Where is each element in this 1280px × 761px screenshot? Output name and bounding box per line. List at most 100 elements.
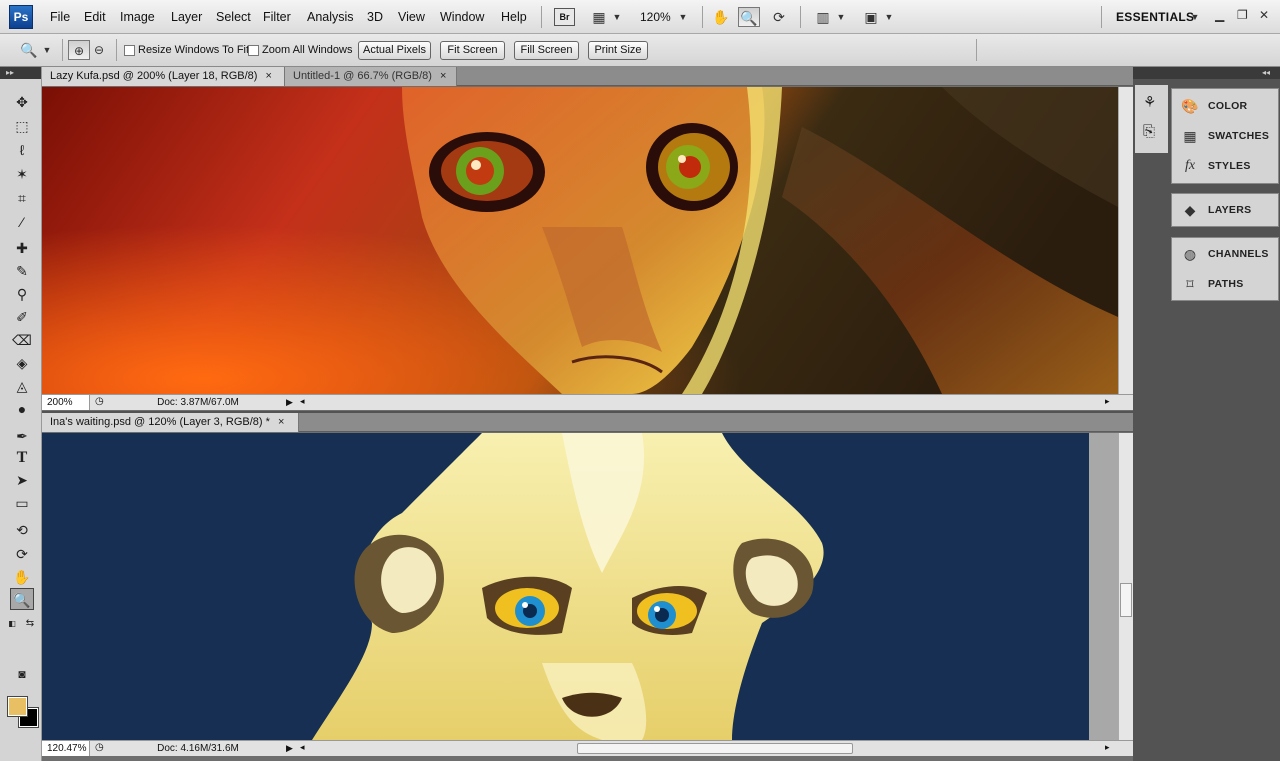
pen-tool-icon[interactable]: ✒ [10, 425, 34, 447]
close-icon[interactable]: ✕ [1259, 8, 1269, 22]
workspace-switcher[interactable]: ESSENTIALS [1116, 10, 1194, 24]
document-tab[interactable]: Untitled-1 @ 66.7% (RGB/8) × [285, 67, 457, 86]
vertical-scrollbar[interactable] [1118, 433, 1133, 740]
minimize-icon[interactable]: ▁ [1215, 8, 1224, 22]
rectangle-tool-icon[interactable]: ▭ [10, 492, 34, 514]
scroll-left-icon[interactable]: ◂ [300, 742, 305, 753]
zoom-out-icon[interactable]: ⊖ [88, 40, 110, 60]
checkbox-box[interactable] [124, 44, 135, 56]
rotate-view-icon[interactable]: ⟳ [768, 7, 790, 27]
zoom-tool-preset-icon[interactable]: 🔍 [18, 40, 40, 60]
document-tab[interactable]: Lazy Kufa.psd @ 200% (Layer 18, RGB/8) × [42, 67, 285, 86]
arrange-documents-icon[interactable]: ▥ [812, 7, 834, 27]
close-tab-icon[interactable]: × [440, 70, 446, 82]
resize-windows-checkbox[interactable]: Resize Windows To Fit [124, 44, 249, 56]
dodge-tool-icon[interactable]: ● [10, 398, 34, 420]
vertical-scrollbar[interactable] [1118, 87, 1133, 394]
chevron-down-icon[interactable]: ▼ [610, 7, 624, 27]
hand-tool-icon[interactable]: ✋ [10, 566, 34, 588]
zoom-tool-icon[interactable]: 🔍 [10, 588, 34, 610]
path-selection-tool-icon[interactable]: ➤ [10, 469, 34, 491]
document-tab[interactable]: Ina's waiting.psd @ 120% (Layer 3, RGB/8… [42, 413, 299, 432]
actual-pixels-button[interactable]: Actual Pixels [358, 41, 431, 60]
eraser-tool-icon[interactable]: ⌫ [10, 329, 34, 351]
scroll-left-icon[interactable]: ◂ [300, 396, 305, 407]
print-size-button[interactable]: Print Size [588, 41, 648, 60]
scroll-right-icon[interactable]: ▸ [1105, 742, 1110, 753]
fill-screen-button[interactable]: Fill Screen [514, 41, 579, 60]
type-tool-icon[interactable]: T [10, 447, 34, 469]
brush-presets-icon[interactable]: ⚘ [1143, 93, 1156, 111]
dock-collapse-icon[interactable]: ◂◂ [1170, 67, 1280, 79]
history-brush-tool-icon[interactable]: ✐ [10, 306, 34, 328]
status-arrow-icon[interactable]: ▶ [286, 741, 293, 756]
move-tool-icon[interactable]: ✥ [10, 91, 34, 113]
panel-tab-channels[interactable]: ◍ CHANNELS [1172, 240, 1280, 268]
panel-collapse-icon[interactable]: ▸▸ [0, 67, 41, 79]
horizontal-scroll-thumb[interactable] [577, 743, 853, 754]
screen-mode-icon[interactable]: ▣ [860, 7, 882, 27]
quick-mask-icon[interactable]: ◙ [10, 663, 34, 685]
marquee-tool-icon[interactable]: ⬚ [10, 115, 34, 137]
menu-help[interactable]: Help [501, 10, 527, 24]
panel-tab-styles[interactable]: fx STYLES [1172, 152, 1280, 180]
foreground-color-swatch[interactable] [7, 696, 28, 717]
bridge-button[interactable]: Br [554, 8, 575, 26]
scroll-right-icon[interactable]: ▸ [1105, 396, 1110, 407]
menu-select[interactable]: Select [216, 10, 251, 24]
menu-file[interactable]: File [50, 10, 70, 24]
default-colors-icon[interactable]: ◧ [6, 613, 18, 635]
filmstrip-icon[interactable]: ▦ [588, 7, 610, 27]
close-tab-icon[interactable]: × [278, 416, 284, 428]
eyedropper-tool-icon[interactable]: ⁄ [10, 211, 34, 233]
menu-analysis[interactable]: Analysis [307, 10, 354, 24]
checkbox-box[interactable] [248, 44, 259, 56]
zoom-all-windows-checkbox[interactable]: Zoom All Windows [248, 44, 352, 56]
chevron-down-icon[interactable]: ▼ [1188, 7, 1202, 27]
3d-rotate-tool-icon[interactable]: ⟲ [10, 519, 34, 541]
menu-view[interactable]: View [398, 10, 425, 24]
hand-tool-icon[interactable]: ✋ [710, 7, 732, 27]
dock-collapse-bar[interactable] [1133, 67, 1170, 79]
panel-tab-layers[interactable]: ◆ LAYERS [1172, 196, 1280, 224]
chevron-down-icon[interactable]: ▼ [834, 7, 848, 27]
fit-screen-button[interactable]: Fit Screen [440, 41, 505, 60]
document-canvas[interactable] [42, 433, 1089, 740]
panel-tab-color[interactable]: 🎨 COLOR [1172, 92, 1280, 120]
photoshop-logo-icon[interactable]: Ps [9, 5, 33, 29]
chevron-down-icon[interactable]: ▼ [676, 7, 690, 27]
menu-edit[interactable]: Edit [84, 10, 106, 24]
zoom-level-dropdown[interactable]: 120% [640, 10, 671, 24]
status-arrow-icon[interactable]: ▶ [286, 395, 293, 410]
menu-image[interactable]: Image [120, 10, 155, 24]
brush-tool-icon[interactable]: ✎ [10, 260, 34, 282]
chevron-down-icon[interactable]: ▼ [882, 7, 896, 27]
zoom-percentage-field[interactable]: 200% [42, 395, 90, 410]
swap-colors-icon[interactable]: ⇆ [24, 613, 36, 635]
menu-3d[interactable]: 3D [367, 10, 383, 24]
clone-stamp-tool-icon[interactable]: ⚲ [10, 283, 34, 305]
blur-tool-icon[interactable]: ◬ [10, 375, 34, 397]
healing-brush-tool-icon[interactable]: ✚ [10, 237, 34, 259]
magic-wand-tool-icon[interactable]: ✶ [10, 163, 34, 185]
crop-tool-icon[interactable]: ⌗ [10, 187, 34, 209]
close-tab-icon[interactable]: × [265, 70, 271, 82]
lasso-tool-icon[interactable]: ℓ [10, 139, 34, 161]
status-menu-icon[interactable]: ◷ [95, 742, 104, 753]
3d-orbit-tool-icon[interactable]: ⟳ [10, 543, 34, 565]
panel-tab-paths[interactable]: ⌑ PATHS [1172, 270, 1280, 298]
menu-window[interactable]: Window [440, 10, 484, 24]
menu-filter[interactable]: Filter [263, 10, 291, 24]
restore-icon[interactable]: ❐ [1237, 8, 1248, 22]
vertical-scroll-thumb[interactable] [1120, 583, 1132, 617]
document-canvas[interactable] [42, 87, 1118, 394]
clone-source-icon[interactable]: ⎘ [1143, 123, 1155, 140]
panel-tab-swatches[interactable]: ▦ SWATCHES [1172, 122, 1280, 150]
paint-bucket-tool-icon[interactable]: ◈ [10, 352, 34, 374]
zoom-percentage-field[interactable]: 120.47% [42, 741, 90, 756]
status-menu-icon[interactable]: ◷ [95, 396, 104, 407]
chevron-down-icon[interactable]: ▼ [40, 40, 54, 60]
menu-layer[interactable]: Layer [171, 10, 202, 24]
zoom-in-icon[interactable]: ⊕ [68, 40, 90, 60]
zoom-tool-icon[interactable]: 🔍 [738, 7, 760, 27]
